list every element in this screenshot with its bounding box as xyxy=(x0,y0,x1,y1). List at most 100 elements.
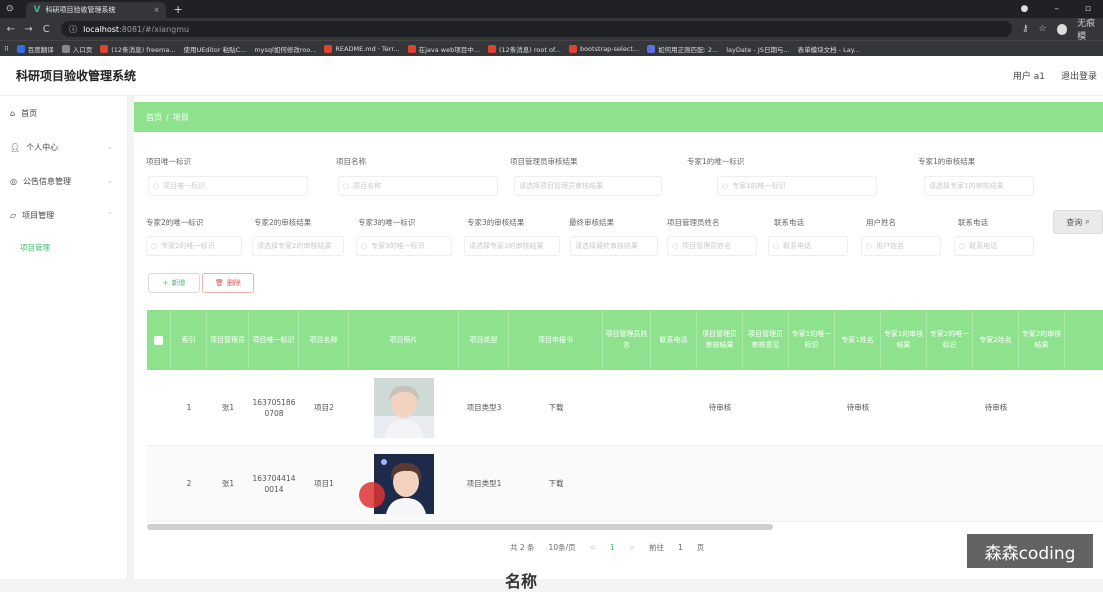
filter-admin-phone-input[interactable]: ○ 联系电话 xyxy=(768,236,848,256)
bookmarks-bar: ⠿ 百度翻译 入口页 (12条消息) freema... 使用UEditor 粘… xyxy=(0,40,1103,56)
prev-page-button[interactable]: < xyxy=(590,543,596,552)
column-header[interactable]: 项目管理员审核结果 xyxy=(697,310,743,370)
bookmark-item[interactable]: (12条消息) root of... xyxy=(487,44,561,54)
bookmark-item[interactable]: mysql如何修改roo... xyxy=(254,44,316,54)
column-header[interactable]: 项目类型 xyxy=(459,310,509,370)
bookmark-item[interactable]: (12条消息) freema... xyxy=(100,44,176,54)
column-header[interactable]: 项目唯一标识 xyxy=(249,310,299,370)
column-header[interactable]: 项目申报书 xyxy=(509,310,603,370)
bell-icon: ◎ xyxy=(10,176,17,186)
sidebar-item-profile[interactable]: 👤︎ 个人中心 ⌄ xyxy=(0,130,127,164)
bookmark-item[interactable]: bootstrap-select... xyxy=(568,44,639,53)
row-checkbox[interactable] xyxy=(147,446,171,521)
back-icon[interactable]: ← xyxy=(4,24,18,35)
record-icon[interactable]: ● xyxy=(1021,4,1029,14)
profile-icon[interactable] xyxy=(1056,23,1068,35)
vue-logo-icon: V xyxy=(33,5,41,15)
key-icon[interactable]: ⚷ xyxy=(1022,24,1029,34)
browser-menu-icon[interactable]: ⊙ xyxy=(6,4,14,14)
bookmark-item[interactable]: README.md · Terr... xyxy=(324,44,400,53)
project-photo[interactable] xyxy=(374,377,434,438)
download-link[interactable]: 下载 xyxy=(509,370,603,445)
filter-label: 项目管理员审核结果 xyxy=(510,157,578,166)
select-all-checkbox[interactable] xyxy=(147,310,171,370)
cursor-highlight xyxy=(359,482,385,508)
filter-expert2-result-select[interactable]: 请选择专家2的审核结果 xyxy=(252,236,344,256)
download-link[interactable]: 下载 xyxy=(509,446,603,521)
url-input[interactable]: ⓘ localhost:8081/#/xiangmu xyxy=(61,21,1012,37)
sidebar-item-projects[interactable]: ▱ 项目管理 ⌃ xyxy=(0,198,127,232)
placeholder: 专家3的唯一标识 xyxy=(371,242,425,250)
goto-page-input[interactable]: 1 xyxy=(678,543,683,552)
table-horizontal-scrollbar[interactable] xyxy=(147,524,773,530)
next-page-button[interactable]: > xyxy=(629,543,635,552)
filter-final-result-select[interactable]: 请选择最终审核结果 xyxy=(570,236,658,256)
page-size-select[interactable]: 10条/页 xyxy=(549,542,576,553)
browser-tab[interactable]: V 科研项目验收管理系统 × xyxy=(25,2,166,18)
column-header[interactable]: 项目名称 xyxy=(299,310,349,370)
filter-admin-result-select[interactable]: 请选择项目管理员审核结果 xyxy=(514,176,662,196)
filter-expert2-id-input[interactable]: ○ 专家2的唯一标识 xyxy=(146,236,242,256)
row-checkbox[interactable] xyxy=(147,370,171,445)
reload-icon[interactable]: C xyxy=(39,24,53,35)
column-header[interactable]: 专家2姓名 xyxy=(973,310,1019,370)
bookmark-item[interactable]: 在java web项目中... xyxy=(407,44,480,54)
filter-project-id-input[interactable]: ○ 项目唯一标识 xyxy=(148,176,308,196)
column-header[interactable]: 项目管理员姓名 xyxy=(603,310,651,370)
bookmark-item[interactable]: 如何用正则匹配: 2... xyxy=(647,44,718,54)
column-header[interactable]: 联系电话 xyxy=(651,310,697,370)
table-row[interactable]: 2 张1 1637044140014 项目1 项目类型1 下载 xyxy=(147,446,1103,522)
maximize-icon[interactable]: ▫ xyxy=(1085,4,1091,14)
column-header[interactable]: 专家1的唯一标识 xyxy=(789,310,835,370)
filter-user-phone-input[interactable]: ○ 联系电话 xyxy=(954,236,1034,256)
filter-label: 项目唯一标识 xyxy=(146,157,191,166)
bookmark-item[interactable]: layDate - JS日期与... xyxy=(726,44,789,54)
apps-icon[interactable]: ⠿ xyxy=(4,45,9,53)
logout-link[interactable]: 退出登录 xyxy=(1061,69,1097,82)
sidebar-item-home[interactable]: ⌂ 首页 xyxy=(0,96,127,130)
column-header[interactable]: 专家1的审核结果 xyxy=(881,310,927,370)
bookmark-item[interactable]: 入口页 xyxy=(61,44,92,54)
cell-photo xyxy=(349,370,459,445)
bookmark-item[interactable]: 百度翻译 xyxy=(16,44,54,54)
page-number[interactable]: 1 xyxy=(610,543,615,552)
delete-button[interactable]: 🗑︎ 删除 xyxy=(202,273,254,293)
filter-expert3-id-input[interactable]: ○ 专家3的唯一标识 xyxy=(356,236,452,256)
filter-expert1-id-input[interactable]: ○ 专家1的唯一标识 xyxy=(717,176,877,196)
page-unit-label: 页 xyxy=(696,543,705,552)
forward-icon[interactable]: → xyxy=(22,24,36,35)
column-header[interactable]: 专家1姓名 xyxy=(835,310,881,370)
star-icon[interactable]: ☆ xyxy=(1039,24,1047,34)
cell xyxy=(651,370,697,445)
query-button[interactable]: 查询 ⌕ xyxy=(1053,210,1103,234)
filter-admin-name-input[interactable]: ○ 项目管理员姓名 xyxy=(667,236,757,256)
sidebar-item-notices[interactable]: ◎ 公告信息管理 ⌄ xyxy=(0,164,127,198)
column-header[interactable]: 项目管理员 xyxy=(207,310,249,370)
close-tab-icon[interactable]: × xyxy=(154,6,160,14)
bookmark-item[interactable]: 表单模块文档 - Lay... xyxy=(798,44,860,54)
filter-expert1-result-select[interactable]: 请选择专家1的审核结果 xyxy=(924,176,1034,196)
column-header[interactable]: 索引 xyxy=(171,310,207,370)
cell xyxy=(603,446,651,521)
project-photo[interactable] xyxy=(374,453,434,514)
filter-project-name-input[interactable]: ○ 项目名称 xyxy=(338,176,498,196)
bookmark-item[interactable]: 使用UEditor 粘贴C... xyxy=(184,44,247,54)
search-icon: ○ xyxy=(773,242,780,250)
cell-project-id: 1637051860708 xyxy=(252,397,296,418)
filter-expert3-result-select[interactable]: 请选择专家3的审核结果 xyxy=(464,236,560,256)
filter-user-name-input[interactable]: ○ 用户姓名 xyxy=(861,236,941,256)
minimize-icon[interactable]: – xyxy=(1054,4,1059,14)
sidebar-item-label: 公告信息管理 xyxy=(22,176,71,186)
add-button-label: 新增 xyxy=(171,279,186,287)
column-header[interactable]: 项目照片 xyxy=(349,310,459,370)
breadcrumb-home[interactable]: 首页 xyxy=(146,112,162,123)
table-row[interactable]: 1 张1 1637051860708 项目2 项目类型3 下载 待审核 待审核 … xyxy=(147,370,1103,446)
new-tab-icon[interactable]: + xyxy=(174,3,183,16)
sidebar-subitem-project-management[interactable]: 项目管理 xyxy=(0,232,127,262)
column-header[interactable]: 专家2的审核结果 xyxy=(1019,310,1065,370)
placeholder: 专家2的唯一标识 xyxy=(161,242,215,250)
add-button[interactable]: + 新增 xyxy=(148,273,200,293)
filter-label: 最终审核结果 xyxy=(569,218,614,227)
column-header[interactable]: 专家2的唯一标识 xyxy=(927,310,973,370)
column-header[interactable]: 项目管理员审核意见 xyxy=(743,310,789,370)
